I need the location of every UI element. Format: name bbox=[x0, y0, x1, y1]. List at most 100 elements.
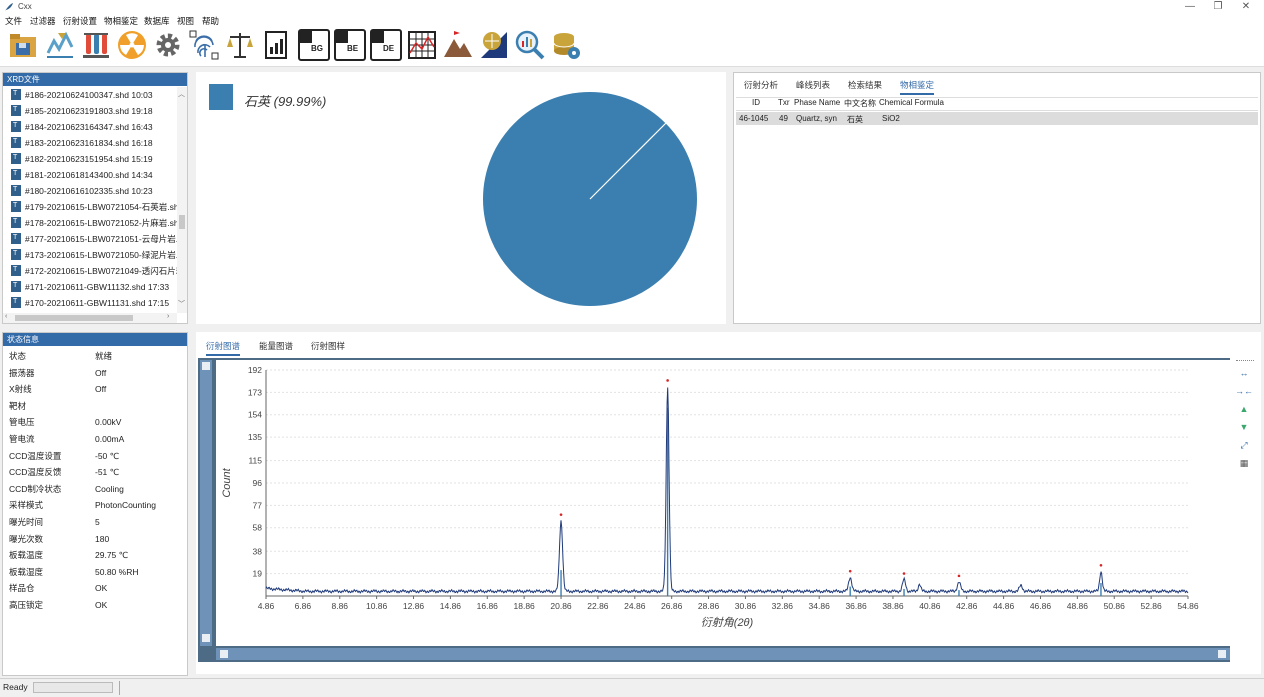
tab-diffraction-pattern[interactable]: 衍射图谱 bbox=[206, 340, 241, 356]
vslider-bottom-handle[interactable] bbox=[202, 634, 210, 642]
menu-view[interactable]: 视图 bbox=[177, 15, 194, 27]
tab-peak-list[interactable]: 峰线列表 bbox=[796, 79, 830, 91]
scale-down-icon[interactable]: ▼ bbox=[1235, 422, 1253, 435]
scroll-thumb[interactable] bbox=[179, 215, 185, 229]
file-name: #171-20210611-GBW11132.shd 17:33 bbox=[25, 282, 170, 292]
list-item[interactable]: #182-20210623151954.shd 15:19 bbox=[11, 151, 177, 167]
list-item[interactable]: #181-20210618143400.shd 14:34 bbox=[11, 167, 177, 183]
x-tick-label: 26.86 bbox=[661, 601, 683, 611]
pie-chart bbox=[483, 92, 697, 306]
zoom-in-horizontal-icon[interactable]: →← bbox=[1235, 386, 1253, 399]
status-row: 曝光时间 5 bbox=[9, 514, 185, 531]
bg-icon[interactable]: BG bbox=[298, 29, 330, 61]
hscroll-thumb[interactable] bbox=[15, 315, 133, 321]
grid-chart-icon[interactable] bbox=[406, 29, 438, 61]
radiation-icon[interactable] bbox=[116, 29, 148, 61]
file-icon bbox=[11, 151, 21, 166]
tab-search-results[interactable]: 检索结果 bbox=[848, 79, 882, 91]
scroll-left-icon[interactable]: ‹ bbox=[5, 313, 7, 320]
scroll-up-icon[interactable]: ︿ bbox=[178, 89, 185, 99]
file-name: #170-20210611-GBW11131.shd 17:15 bbox=[25, 298, 170, 308]
menu-help[interactable]: 帮助 bbox=[202, 15, 219, 27]
x-tick-label: 38.86 bbox=[882, 601, 904, 611]
balance-scale-icon[interactable] bbox=[224, 29, 256, 61]
menu-phase-identification[interactable]: 物相鉴定 bbox=[104, 15, 138, 27]
list-item[interactable]: #177-20210615-LBW0721051-云母片岩.s bbox=[11, 231, 177, 247]
peak-flag-icon[interactable] bbox=[442, 29, 474, 61]
list-item[interactable]: #179-20210615-LBW0721054-石英岩.shd bbox=[11, 199, 177, 215]
menu-filter[interactable]: 过滤器 bbox=[30, 15, 56, 27]
list-item[interactable]: #178-20210615-LBW0721052-片麻岩.shd bbox=[11, 215, 177, 231]
list-item[interactable]: #184-20210623164347.shd 16:43 bbox=[11, 119, 177, 135]
close-button[interactable]: ✕ bbox=[1232, 0, 1260, 14]
vertical-slider[interactable] bbox=[200, 360, 212, 646]
minimize-button[interactable]: — bbox=[1176, 0, 1204, 14]
vslider-top-handle[interactable] bbox=[202, 362, 210, 370]
zoom-out-horizontal-icon[interactable]: ↔ bbox=[1235, 368, 1253, 381]
menu-bar: 文件 过滤器 衍射设置 物相鉴定 数据库 视图 帮助 bbox=[0, 14, 1264, 27]
scroll-down-icon[interactable]: ﹀ bbox=[178, 299, 185, 309]
report-icon[interactable] bbox=[260, 29, 292, 61]
hslider-left-handle[interactable] bbox=[220, 650, 228, 658]
col-txr[interactable]: Txr bbox=[778, 98, 790, 107]
list-item[interactable]: #170-20210611-GBW11131.shd 17:15 bbox=[11, 295, 177, 311]
table-row[interactable]: 46-1045 49 Quartz, syn 石英 SiO2 bbox=[736, 112, 1258, 125]
col-phase-name[interactable]: Phase Name bbox=[794, 98, 840, 107]
list-item[interactable]: #171-20210611-GBW11132.shd 17:33 bbox=[11, 279, 177, 295]
status-value: 50.80 %RH bbox=[95, 566, 139, 577]
status-value: 180 bbox=[95, 533, 110, 544]
gear-icon[interactable] bbox=[152, 29, 184, 61]
scroll-right-icon[interactable]: › bbox=[167, 313, 169, 320]
be-icon[interactable]: BE bbox=[334, 29, 366, 61]
tab-energy-spectrum[interactable]: 能量图谱 bbox=[259, 340, 293, 352]
bg-label: BG bbox=[311, 44, 323, 53]
status-value: OK bbox=[95, 583, 108, 594]
x-tick-label: 4.86 bbox=[258, 601, 275, 611]
col-id[interactable]: ID bbox=[752, 98, 760, 107]
menu-database[interactable]: 数据库 bbox=[144, 15, 170, 27]
de-icon[interactable]: DE bbox=[370, 29, 402, 61]
list-item[interactable]: #180-20210616102335.shd 10:23 bbox=[11, 183, 177, 199]
status-row: 管电压 0.00kV bbox=[9, 414, 185, 431]
database-gear-icon[interactable] bbox=[550, 29, 582, 61]
x-tick-label: 32.86 bbox=[772, 601, 794, 611]
col-chinese-name[interactable]: 中文名称 bbox=[844, 98, 876, 109]
folder-save-icon[interactable] bbox=[8, 29, 40, 61]
menu-file[interactable]: 文件 bbox=[5, 15, 22, 27]
maximize-button[interactable]: ❐ bbox=[1204, 0, 1232, 14]
status-key: 管电流 bbox=[9, 434, 35, 444]
list-item[interactable]: #185-20210623191803.shd 19:18 bbox=[11, 103, 177, 119]
chart-filter-icon[interactable] bbox=[44, 29, 76, 61]
file-name: #185-20210623191803.shd 19:18 bbox=[25, 106, 153, 116]
tab-diffraction-analysis[interactable]: 衍射分析 bbox=[744, 79, 778, 91]
status-row: 曝光次数 180 bbox=[9, 531, 185, 548]
scale-up-icon[interactable]: ▲ bbox=[1235, 404, 1253, 417]
x-tick-label: 22.86 bbox=[587, 601, 609, 611]
file-name: #183-20210623161834.shd 16:18 bbox=[25, 138, 153, 148]
horizontal-slider[interactable] bbox=[216, 648, 1230, 660]
file-name: #177-20210615-LBW0721051-云母片岩.s bbox=[25, 234, 177, 244]
fit-view-icon[interactable]: ⤢ bbox=[1235, 440, 1253, 453]
list-item[interactable]: #183-20210623161834.shd 16:18 bbox=[11, 135, 177, 151]
tab-phase-identification[interactable]: 物相鉴定 bbox=[900, 79, 935, 95]
x-tick-label: 6.86 bbox=[295, 601, 312, 611]
hslider-right-handle[interactable] bbox=[1218, 650, 1226, 658]
col-chemical-formula[interactable]: Chemical Formula bbox=[879, 98, 944, 107]
tab-diffraction-image[interactable]: 衍射图样 bbox=[311, 340, 345, 352]
grid-toggle-icon[interactable]: ▦ bbox=[1235, 458, 1253, 471]
fingerprint-icon[interactable] bbox=[188, 29, 220, 61]
list-item[interactable]: #186-20210624100347.shd 10:03 bbox=[11, 87, 177, 103]
horizontal-scrollbar[interactable]: ‹ › bbox=[3, 313, 177, 323]
menu-diffraction-settings[interactable]: 衍射设置 bbox=[63, 15, 97, 27]
y-tick-label: 38 bbox=[253, 546, 263, 556]
test-tubes-icon[interactable] bbox=[80, 29, 112, 61]
toolbar: BG BE DE bbox=[0, 27, 1264, 67]
crystal-cube-icon[interactable] bbox=[478, 29, 510, 61]
magnifier-chart-icon[interactable] bbox=[514, 29, 546, 61]
vertical-scrollbar[interactable]: ︿ ﹀ bbox=[177, 87, 187, 313]
spectrum-panel: 衍射图谱 能量图谱 衍射图样 19 38 58 77 96 115 135 154 173 192… bbox=[196, 332, 1261, 674]
list-item[interactable]: #172-20210615-LBW0721049-透闪石片岩 bbox=[11, 263, 177, 279]
x-tick-label: 12.86 bbox=[403, 601, 425, 611]
list-item[interactable]: #173-20210615-LBW0721050-绿泥片岩.s bbox=[11, 247, 177, 263]
status-text: Ready bbox=[3, 682, 28, 692]
